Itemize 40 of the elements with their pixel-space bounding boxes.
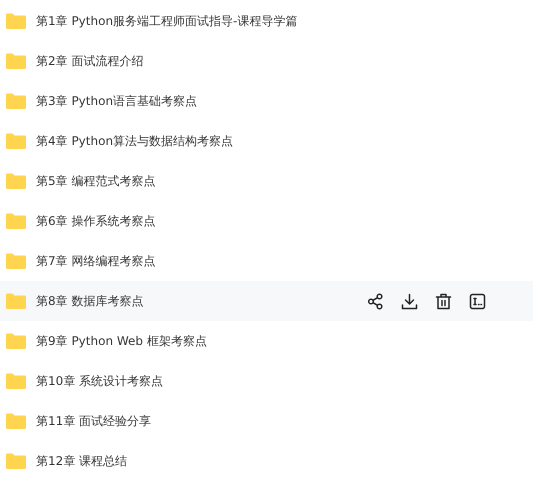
folder-name: 第12章 课程总结 <box>36 452 128 470</box>
folder-row[interactable]: 第10章 系统设计考察点 <box>0 361 533 401</box>
folder-name: 第3章 Python语言基础考察点 <box>36 92 198 110</box>
folder-icon <box>6 93 26 109</box>
folder-name: 第9章 Python Web 框架考察点 <box>36 332 207 350</box>
folder-row[interactable]: 第4章 Python算法与数据结构考察点 <box>0 121 533 161</box>
folder-name: 第11章 面试经验分享 <box>36 412 152 430</box>
folder-row[interactable]: 第8章 数据库考察点 <box>0 281 533 321</box>
folder-row[interactable]: 第6章 操作系统考察点 <box>0 201 533 241</box>
folder-icon <box>6 133 26 149</box>
folder-icon <box>6 333 26 349</box>
folder-icon <box>6 293 26 309</box>
folder-row[interactable]: 第9章 Python Web 框架考察点 <box>0 321 533 361</box>
folder-icon <box>6 373 26 389</box>
download-icon[interactable] <box>401 292 418 310</box>
folder-name: 第6章 操作系统考察点 <box>36 212 156 230</box>
folder-row[interactable]: 第3章 Python语言基础考察点 <box>0 81 533 121</box>
folder-name: 第4章 Python算法与数据结构考察点 <box>36 132 234 150</box>
folder-icon <box>6 213 26 229</box>
folder-name: 第7章 网络编程考察点 <box>36 252 156 270</box>
folder-row[interactable]: 第2章 面试流程介绍 <box>0 41 533 81</box>
rename-icon[interactable] <box>469 292 486 310</box>
folder-name: 第5章 编程范式考察点 <box>36 172 156 190</box>
folder-row[interactable]: 第12章 课程总结 <box>0 441 533 481</box>
folder-icon <box>6 413 26 429</box>
folder-row[interactable]: 第5章 编程范式考察点 <box>0 161 533 201</box>
folder-name: 第10章 系统设计考察点 <box>36 372 164 390</box>
folder-icon <box>6 173 26 189</box>
folder-icon <box>6 53 26 69</box>
delete-icon[interactable] <box>435 292 452 310</box>
share-icon[interactable] <box>367 292 384 310</box>
folder-icon <box>6 253 26 269</box>
folder-icon <box>6 13 26 29</box>
folder-name: 第2章 面试流程介绍 <box>36 52 144 70</box>
folder-icon <box>6 453 26 469</box>
folder-row[interactable]: 第7章 网络编程考察点 <box>0 241 533 281</box>
folder-row[interactable]: 第1章 Python服务端工程师面试指导-课程导学篇 <box>0 1 533 41</box>
folder-name: 第1章 Python服务端工程师面试指导-课程导学篇 <box>36 12 298 30</box>
folder-row[interactable]: 第11章 面试经验分享 <box>0 401 533 441</box>
folder-name: 第8章 数据库考察点 <box>36 292 144 310</box>
